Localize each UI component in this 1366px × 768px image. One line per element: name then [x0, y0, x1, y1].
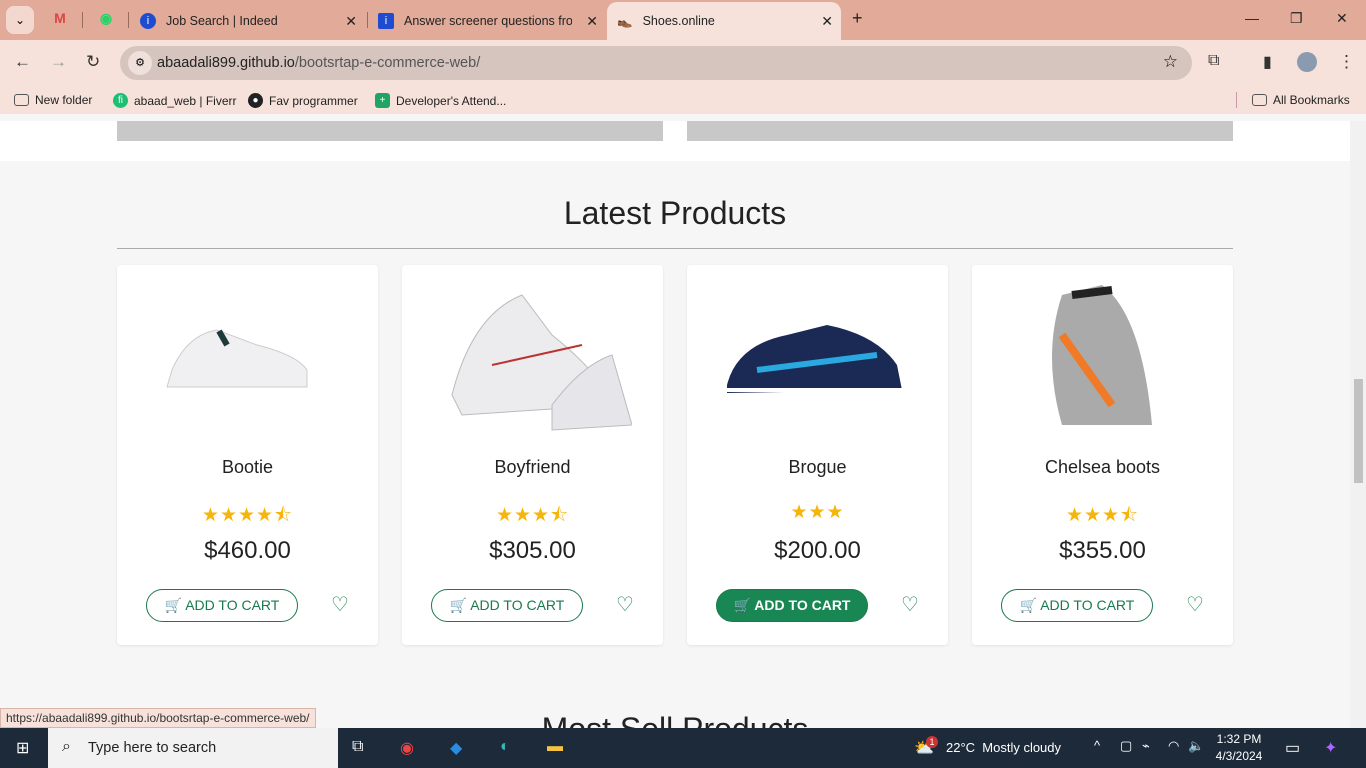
- product-name: Boyfriend: [494, 457, 571, 477]
- bookmark-fiverr[interactable]: fi abaad_web | Fiverr: [113, 93, 237, 108]
- gmail-icon[interactable]: M: [50, 10, 70, 30]
- wishlist-heart-icon[interactable]: ♡: [331, 592, 349, 617]
- product-price: $200.00: [774, 537, 861, 564]
- product-price: $460.00: [204, 537, 291, 564]
- divider: [82, 12, 83, 28]
- wifi-icon[interactable]: ◠: [1168, 738, 1179, 754]
- sheets-icon: +: [375, 93, 390, 108]
- previous-section: [0, 121, 1350, 161]
- taskbar: ⊞ ⌕ Type here to search ⧉ ◉ ◆ ◐ ▬ ⛅ 1 22…: [0, 728, 1366, 768]
- indeed-icon: i: [140, 13, 156, 29]
- folder-icon: [1252, 94, 1267, 106]
- clock[interactable]: 1:32 PM 4/3/2024: [1212, 731, 1266, 765]
- product-image[interactable]: [432, 275, 632, 445]
- extensions-icon[interactable]: ⧉: [1208, 52, 1219, 70]
- add-to-cart-button[interactable]: 🛒 ADD TO CART: [716, 589, 868, 622]
- product-name: Bootie: [221, 457, 274, 477]
- shoe-favicon: 👞: [617, 13, 633, 28]
- product-card: Bootie ★★★★⯪ $460.00 🛒 ADD TO CART ♡: [117, 265, 378, 645]
- minimize-button[interactable]: —: [1245, 10, 1259, 26]
- windows-start-icon[interactable]: ⊞: [16, 738, 29, 758]
- battery-icon[interactable]: ⌁: [1142, 738, 1150, 754]
- banner-image: [117, 121, 663, 141]
- notifications-icon[interactable]: ▭: [1285, 738, 1300, 758]
- rating-stars: ★★★⯪: [495, 505, 570, 526]
- site-settings-icon[interactable]: ⚙: [128, 51, 152, 75]
- product-name: Chelsea boots: [1044, 457, 1161, 477]
- address-bar[interactable]: ⚙ abaadali899.github.io/bootsrtap-e-comm…: [120, 46, 1192, 80]
- close-window-button[interactable]: ✕: [1336, 10, 1348, 27]
- folder-icon: [14, 94, 29, 106]
- browser-toolbar: ← → ↻ ⚙ abaadali899.github.io/bootsrtap-…: [0, 40, 1366, 86]
- bookmark-developers-attend[interactable]: + Developer's Attend...: [375, 93, 506, 108]
- product-image[interactable]: [147, 275, 347, 445]
- vscode-icon[interactable]: ◆: [450, 738, 462, 758]
- all-bookmarks[interactable]: All Bookmarks: [1252, 93, 1350, 107]
- product-price: $355.00: [1059, 537, 1146, 564]
- scrollbar[interactable]: [1350, 121, 1366, 728]
- chrome-icon[interactable]: ◉: [400, 738, 414, 758]
- rating-stars: ★★★: [790, 502, 845, 523]
- product-name: Brogue: [788, 457, 847, 477]
- banner-image: [687, 121, 1233, 141]
- product-price: $305.00: [489, 537, 576, 564]
- add-to-cart-button[interactable]: 🛒 ADD TO CART: [431, 589, 583, 622]
- chevron-up-icon[interactable]: ^: [1094, 738, 1100, 753]
- indeed-icon: i: [378, 13, 394, 29]
- web-page: Latest Products Bootie ★★★★⯪ $460.00 🛒 A…: [0, 121, 1350, 728]
- divider: [117, 248, 1233, 249]
- divider: [367, 12, 368, 28]
- rating-stars: ★★★★⯪: [201, 505, 294, 526]
- divider: [128, 12, 129, 28]
- tab-strip: ⌄ M ◉ i Job Search | Indeed ✕ i Answer s…: [0, 0, 1366, 40]
- weather-text[interactable]: 22°C Mostly cloudy: [946, 740, 1061, 755]
- taskbar-search[interactable]: ⌕ Type here to search: [48, 728, 338, 768]
- file-explorer-icon[interactable]: ▬: [547, 738, 563, 756]
- product-card: Brogue ★★★ $200.00 🛒 ADD TO CART ♡: [687, 265, 948, 645]
- side-panel-icon[interactable]: ▮: [1263, 52, 1272, 72]
- url-text: abaadali899.github.io/bootsrtap-e-commer…: [157, 55, 481, 71]
- tab-shoes-online[interactable]: 👞 Shoes.online ✕: [607, 2, 841, 40]
- product-card: Chelsea boots ★★★⯪ $355.00 🛒 ADD TO CART…: [972, 265, 1233, 645]
- wishlist-heart-icon[interactable]: ♡: [901, 592, 919, 617]
- product-image[interactable]: [1002, 275, 1202, 445]
- tab-indeed-job-search[interactable]: i Job Search | Indeed ✕: [140, 8, 365, 34]
- github-icon: ●: [248, 93, 263, 108]
- scrollbar-thumb[interactable]: [1354, 379, 1363, 483]
- weather-badge: 1: [926, 736, 938, 748]
- menu-icon[interactable]: ⋮: [1338, 52, 1355, 72]
- new-tab-button[interactable]: +: [852, 8, 863, 29]
- copilot-icon[interactable]: ✦: [1324, 738, 1337, 758]
- edge-icon[interactable]: ◐: [500, 738, 510, 756]
- product-image[interactable]: [717, 275, 917, 445]
- back-button[interactable]: ←: [14, 52, 31, 72]
- product-card: Boyfriend ★★★⯪ $305.00 🛒 ADD TO CART ♡: [402, 265, 663, 645]
- add-to-cart-button[interactable]: 🛒 ADD TO CART: [146, 589, 298, 622]
- camera-icon[interactable]: ▢: [1120, 738, 1132, 754]
- reload-button[interactable]: ↻: [86, 52, 100, 72]
- forward-button[interactable]: →: [50, 52, 67, 72]
- task-view-icon[interactable]: ⧉: [352, 738, 363, 756]
- bookmark-new-folder[interactable]: New folder: [14, 93, 92, 107]
- fiverr-icon: fi: [113, 93, 128, 108]
- tab-search-button[interactable]: ⌄: [6, 6, 34, 34]
- close-icon[interactable]: ✕: [345, 13, 357, 30]
- wishlist-heart-icon[interactable]: ♡: [616, 592, 634, 617]
- tab-indeed-screener[interactable]: i Answer screener questions from ✕: [378, 8, 606, 34]
- bookmark-fav-programmer[interactable]: ● Fav programmer: [248, 93, 358, 108]
- close-icon[interactable]: ✕: [586, 13, 598, 30]
- volume-icon[interactable]: 🔈: [1188, 738, 1204, 754]
- close-icon[interactable]: ✕: [821, 13, 833, 30]
- bookmark-star-icon[interactable]: ☆: [1163, 52, 1178, 72]
- search-icon: ⌕: [62, 738, 71, 755]
- bookmarks-bar: New folder fi abaad_web | Fiverr ● Fav pro…: [0, 86, 1366, 114]
- section-title: Latest Products: [563, 195, 787, 231]
- wishlist-heart-icon[interactable]: ♡: [1186, 592, 1204, 617]
- rating-stars: ★★★⯪: [1065, 505, 1140, 526]
- add-to-cart-button[interactable]: 🛒 ADD TO CART: [1001, 589, 1153, 622]
- avatar[interactable]: [1297, 52, 1317, 72]
- whatsapp-icon[interactable]: ◉: [96, 10, 116, 30]
- restore-button[interactable]: ❐: [1290, 10, 1303, 27]
- status-bar-url: https://abaadali899.github.io/bootsrtap-…: [0, 708, 316, 728]
